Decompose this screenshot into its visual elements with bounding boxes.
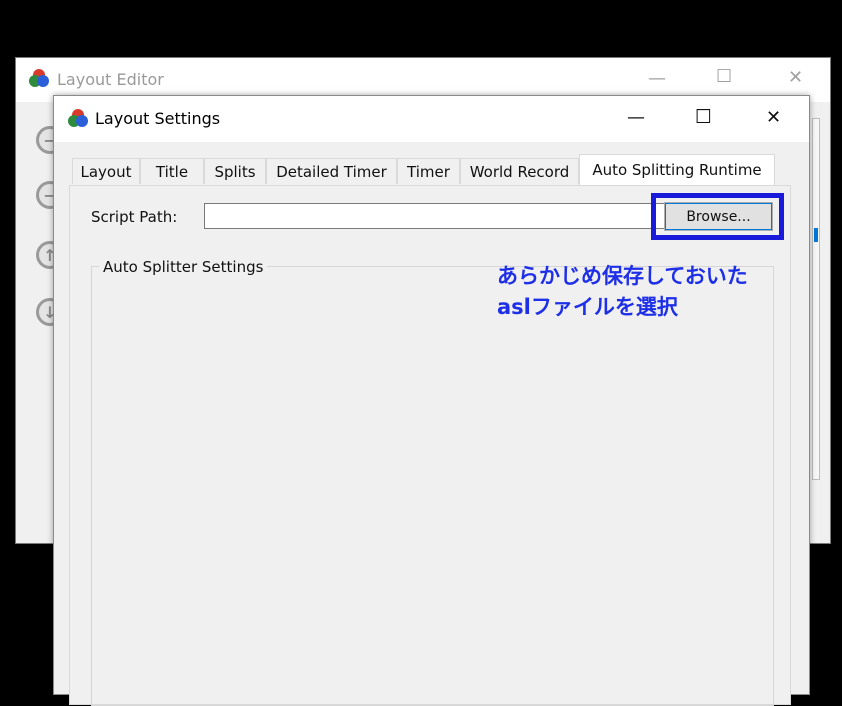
livesplit-logo-icon xyxy=(68,109,88,127)
layout-settings-dialog: Layout Settings — ☐ ✕ Layout Title Split… xyxy=(53,95,810,706)
list-scroll-area xyxy=(812,118,820,480)
annotation-line-1: あらかじめ保存しておいた xyxy=(497,264,748,288)
tab-world-record[interactable]: World Record xyxy=(460,158,579,184)
annotation-callout: あらかじめ保存しておいた aslファイルを選択 xyxy=(497,261,748,323)
tab-timer[interactable]: Timer xyxy=(397,158,460,184)
tab-title[interactable]: Title xyxy=(140,158,204,184)
script-path-label: Script Path: xyxy=(91,208,178,226)
layout-editor-title: Layout Editor xyxy=(57,70,164,89)
group-box-title: Auto Splitter Settings xyxy=(99,258,268,276)
tab-splits[interactable]: Splits xyxy=(204,158,266,184)
close-button[interactable]: ✕ xyxy=(766,107,781,128)
tab-detailed-timer[interactable]: Detailed Timer xyxy=(266,158,397,184)
livesplit-logo-icon xyxy=(29,69,49,87)
tab-auto-splitting-runtime[interactable]: Auto Splitting Runtime xyxy=(579,154,775,185)
close-button[interactable]: ✕ xyxy=(788,67,803,88)
maximize-button[interactable]: ☐ xyxy=(695,106,712,128)
layout-settings-titlebar: Layout Settings — ☐ ✕ xyxy=(54,96,809,142)
selection-marker xyxy=(814,228,818,242)
auto-splitter-settings-group xyxy=(91,266,774,706)
minimize-button[interactable]: — xyxy=(627,107,645,128)
tab-layout[interactable]: Layout xyxy=(72,158,140,184)
dialog-title: Layout Settings xyxy=(95,109,221,128)
script-path-input[interactable] xyxy=(204,203,690,229)
annotation-line-2: aslファイルを選択 xyxy=(497,295,678,319)
maximize-button[interactable]: ☐ xyxy=(716,66,732,87)
minimize-button[interactable]: — xyxy=(648,68,666,89)
browse-button[interactable]: Browse... xyxy=(664,202,773,231)
